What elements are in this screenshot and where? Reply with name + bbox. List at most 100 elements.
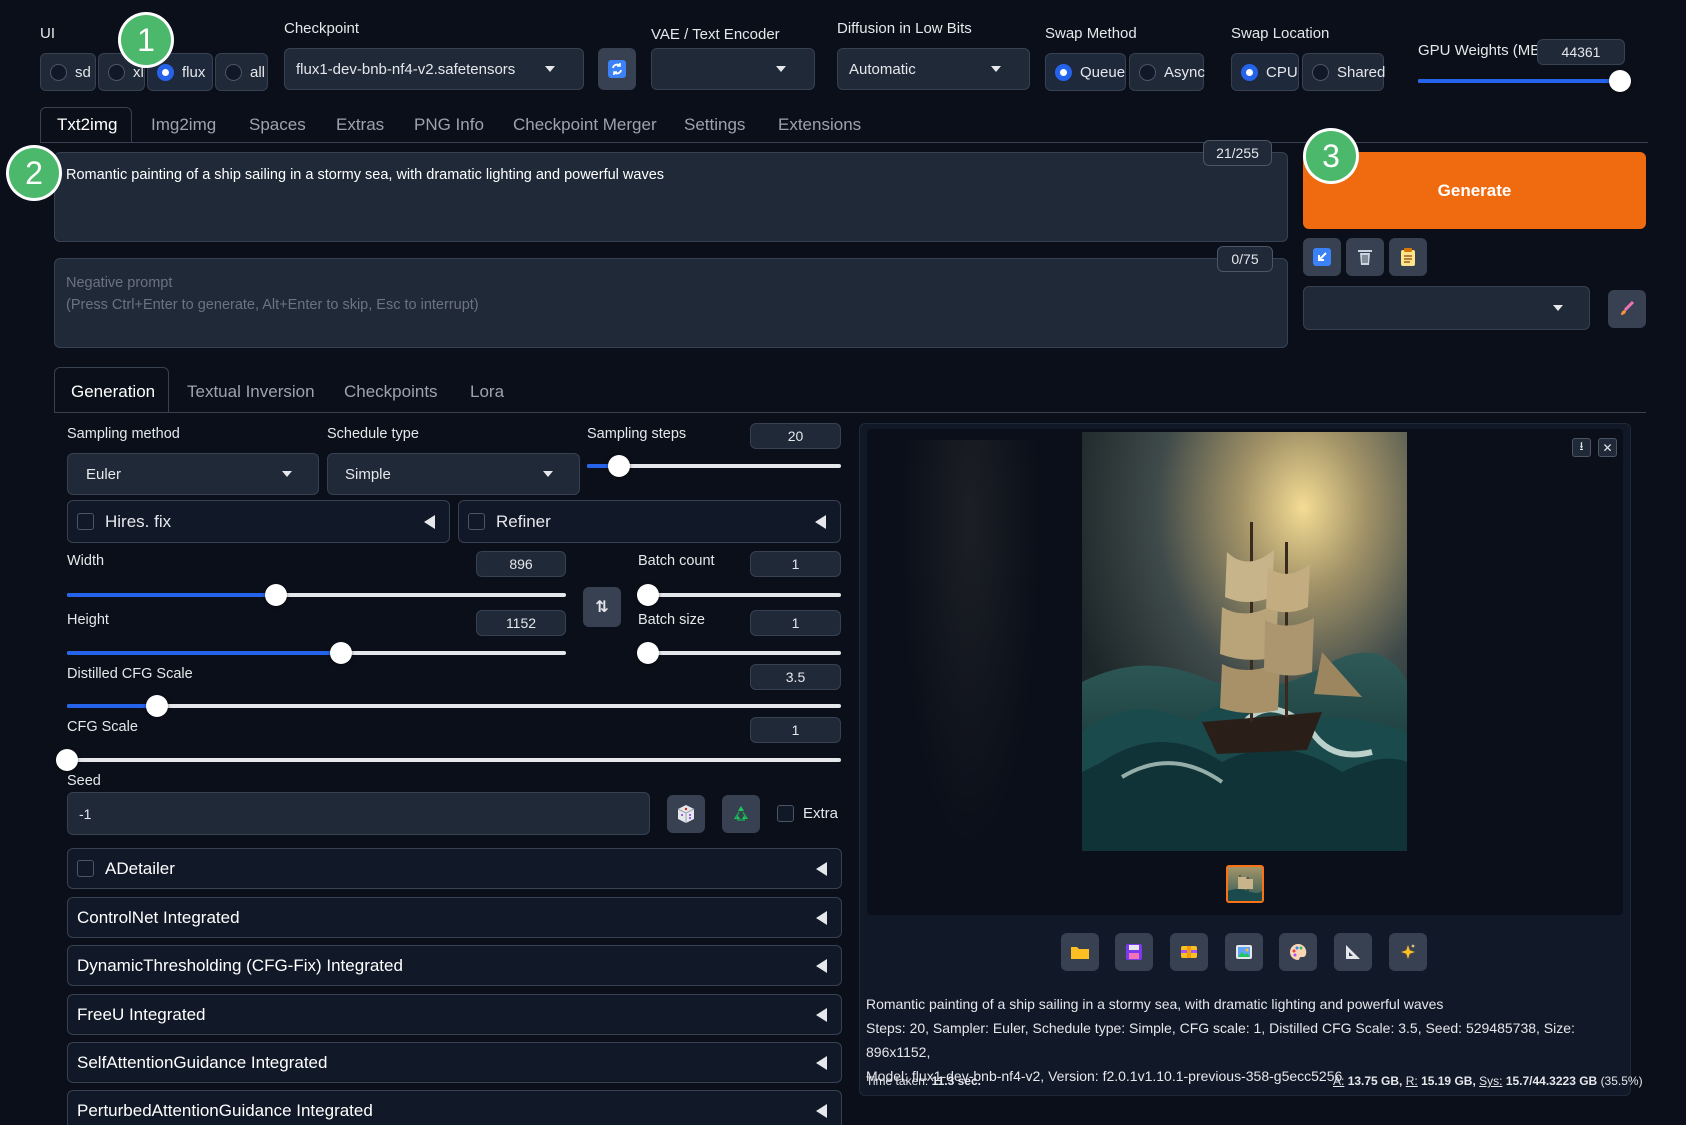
swap-method-label: Swap Method [1045, 25, 1137, 42]
brush-icon [1621, 300, 1635, 315]
refiner-accordion[interactable]: Refiner [458, 500, 841, 543]
hires-fix-checkbox[interactable] [77, 513, 94, 530]
negative-prompt-textarea[interactable]: Negative prompt (Press Ctrl+Enter to gene… [54, 258, 1288, 348]
slider-knob[interactable] [637, 584, 659, 606]
cfg-scale-input[interactable]: 1 [750, 717, 841, 743]
swap-location-shared[interactable]: Shared [1302, 53, 1385, 91]
diffusion-dropdown[interactable]: Automatic [837, 48, 1030, 90]
collapse-arrow-icon [816, 1056, 827, 1070]
checkpoint-dropdown[interactable]: flux1-dev-bnb-nf4-v2.safetensors [284, 48, 584, 90]
zip-button[interactable] [1170, 933, 1208, 971]
subtab-lora[interactable]: Lora [470, 382, 504, 402]
gpu-weights-input[interactable]: 44361 [1537, 39, 1625, 65]
adetailer-accordion[interactable]: ADetailer [67, 848, 842, 889]
slider-knob[interactable] [265, 584, 288, 606]
upscale-button[interactable] [1389, 933, 1427, 971]
close-image-button[interactable]: ✕ [1598, 438, 1617, 457]
trash-icon [1358, 250, 1372, 265]
generated-image[interactable] [1082, 432, 1407, 851]
tab-png-info[interactable]: PNG Info [414, 115, 484, 135]
clear-prompt-button[interactable] [1346, 238, 1384, 276]
height-slider[interactable] [67, 642, 566, 664]
send-to-img2img-button[interactable] [1225, 933, 1263, 971]
reuse-seed-button[interactable] [722, 795, 760, 833]
controlnet-accordion[interactable]: ControlNet Integrated [67, 897, 842, 938]
thumbnail-ship-image [1228, 875, 1262, 901]
subtab-generation[interactable]: Generation [71, 382, 155, 402]
sampling-steps-slider[interactable] [587, 455, 841, 477]
slider-fill [67, 704, 158, 708]
distilled-cfg-input[interactable]: 3.5 [750, 664, 841, 690]
download-image-button[interactable]: ⭳ [1572, 438, 1591, 457]
swap-method-async[interactable]: Async [1129, 53, 1205, 91]
refiner-checkbox[interactable] [468, 513, 485, 530]
distilled-cfg-label: Distilled CFG Scale [67, 666, 193, 682]
paste-params-button[interactable] [1303, 238, 1341, 276]
refresh-checkpoint-button[interactable] [598, 48, 636, 90]
styles-dropdown[interactable] [1303, 286, 1590, 330]
radio-dot [108, 63, 125, 81]
height-input[interactable]: 1152 [476, 610, 566, 636]
batch-count-slider[interactable] [637, 584, 841, 606]
swap-method-queue[interactable]: Queue [1045, 53, 1126, 91]
send-to-extras-button[interactable] [1334, 933, 1372, 971]
extra-checkbox[interactable] [777, 805, 794, 822]
collapse-arrow-icon [815, 515, 826, 529]
slider-knob[interactable] [146, 695, 169, 717]
tab-extensions[interactable]: Extensions [778, 115, 861, 135]
ui-radio-sd[interactable]: sd [40, 53, 96, 91]
freeu-accordion[interactable]: FreeU Integrated [67, 994, 842, 1035]
collapse-arrow-icon [816, 959, 827, 973]
swap-dimensions-button[interactable]: ⇅ [583, 587, 621, 627]
width-slider[interactable] [67, 584, 566, 606]
open-folder-button[interactable] [1061, 933, 1099, 971]
adetailer-checkbox[interactable] [77, 860, 94, 877]
tab-settings[interactable]: Settings [684, 115, 745, 135]
distilled-cfg-slider[interactable] [67, 695, 841, 717]
slider-knob[interactable] [329, 642, 352, 664]
styles-button[interactable] [1389, 238, 1427, 276]
tab-txt2img[interactable]: Txt2img [57, 115, 117, 135]
clipboard-icon [1401, 248, 1415, 266]
gallery-thumbnail[interactable] [1226, 865, 1264, 903]
chevron-down-icon [1553, 305, 1563, 311]
tab-spaces[interactable]: Spaces [249, 115, 306, 135]
schedule-type-dropdown[interactable]: Simple [327, 453, 580, 495]
dynamic-thresholding-accordion[interactable]: DynamicThresholding (CFG-Fix) Integrated [67, 945, 842, 986]
vae-dropdown[interactable] [651, 48, 815, 90]
batch-size-input[interactable]: 1 [750, 610, 841, 636]
batch-size-slider[interactable] [637, 642, 841, 664]
tab-checkpoint-merger[interactable]: Checkpoint Merger [513, 115, 657, 135]
slider-knob[interactable] [1608, 70, 1631, 92]
batch-count-input[interactable]: 1 [750, 551, 841, 577]
perturbed-attention-guidance-accordion[interactable]: PerturbedAttentionGuidance Integrated [67, 1090, 842, 1125]
folder-icon [1071, 947, 1089, 959]
slider-knob[interactable] [56, 749, 78, 771]
random-seed-button[interactable] [667, 795, 705, 833]
cfg-scale-slider[interactable] [56, 749, 841, 771]
self-attention-guidance-accordion[interactable]: SelfAttentionGuidance Integrated [67, 1042, 842, 1083]
subtab-checkpoints[interactable]: Checkpoints [344, 382, 438, 402]
save-button[interactable] [1115, 933, 1153, 971]
gallery-blur-thumb [900, 440, 1040, 850]
tab-img2img[interactable]: Img2img [151, 115, 216, 135]
negative-token-counter: 0/75 [1217, 246, 1273, 272]
slider-knob[interactable] [608, 455, 631, 477]
extra-seed-toggle[interactable]: Extra [777, 805, 838, 822]
tab-extras[interactable]: Extras [336, 115, 384, 135]
schedule-type-label: Schedule type [327, 426, 419, 442]
hires-fix-accordion[interactable]: Hires. fix [67, 500, 450, 543]
seed-input[interactable]: -1 [67, 792, 650, 835]
sampling-steps-input[interactable]: 20 [750, 423, 841, 449]
subtab-textual-inversion[interactable]: Textual Inversion [187, 382, 315, 402]
width-input[interactable]: 896 [476, 551, 566, 577]
edit-styles-button[interactable] [1608, 290, 1646, 328]
send-to-inpaint-button[interactable] [1279, 933, 1317, 971]
sampling-method-dropdown[interactable]: Euler [67, 453, 319, 495]
ui-radio-all[interactable]: all [215, 53, 268, 91]
subtabs-divider [54, 412, 1646, 413]
gpu-weights-slider[interactable] [1418, 70, 1631, 92]
prompt-textarea[interactable]: Romantic painting of a ship sailing in a… [54, 152, 1288, 242]
slider-knob[interactable] [637, 642, 659, 664]
swap-location-cpu[interactable]: CPU [1231, 53, 1299, 91]
